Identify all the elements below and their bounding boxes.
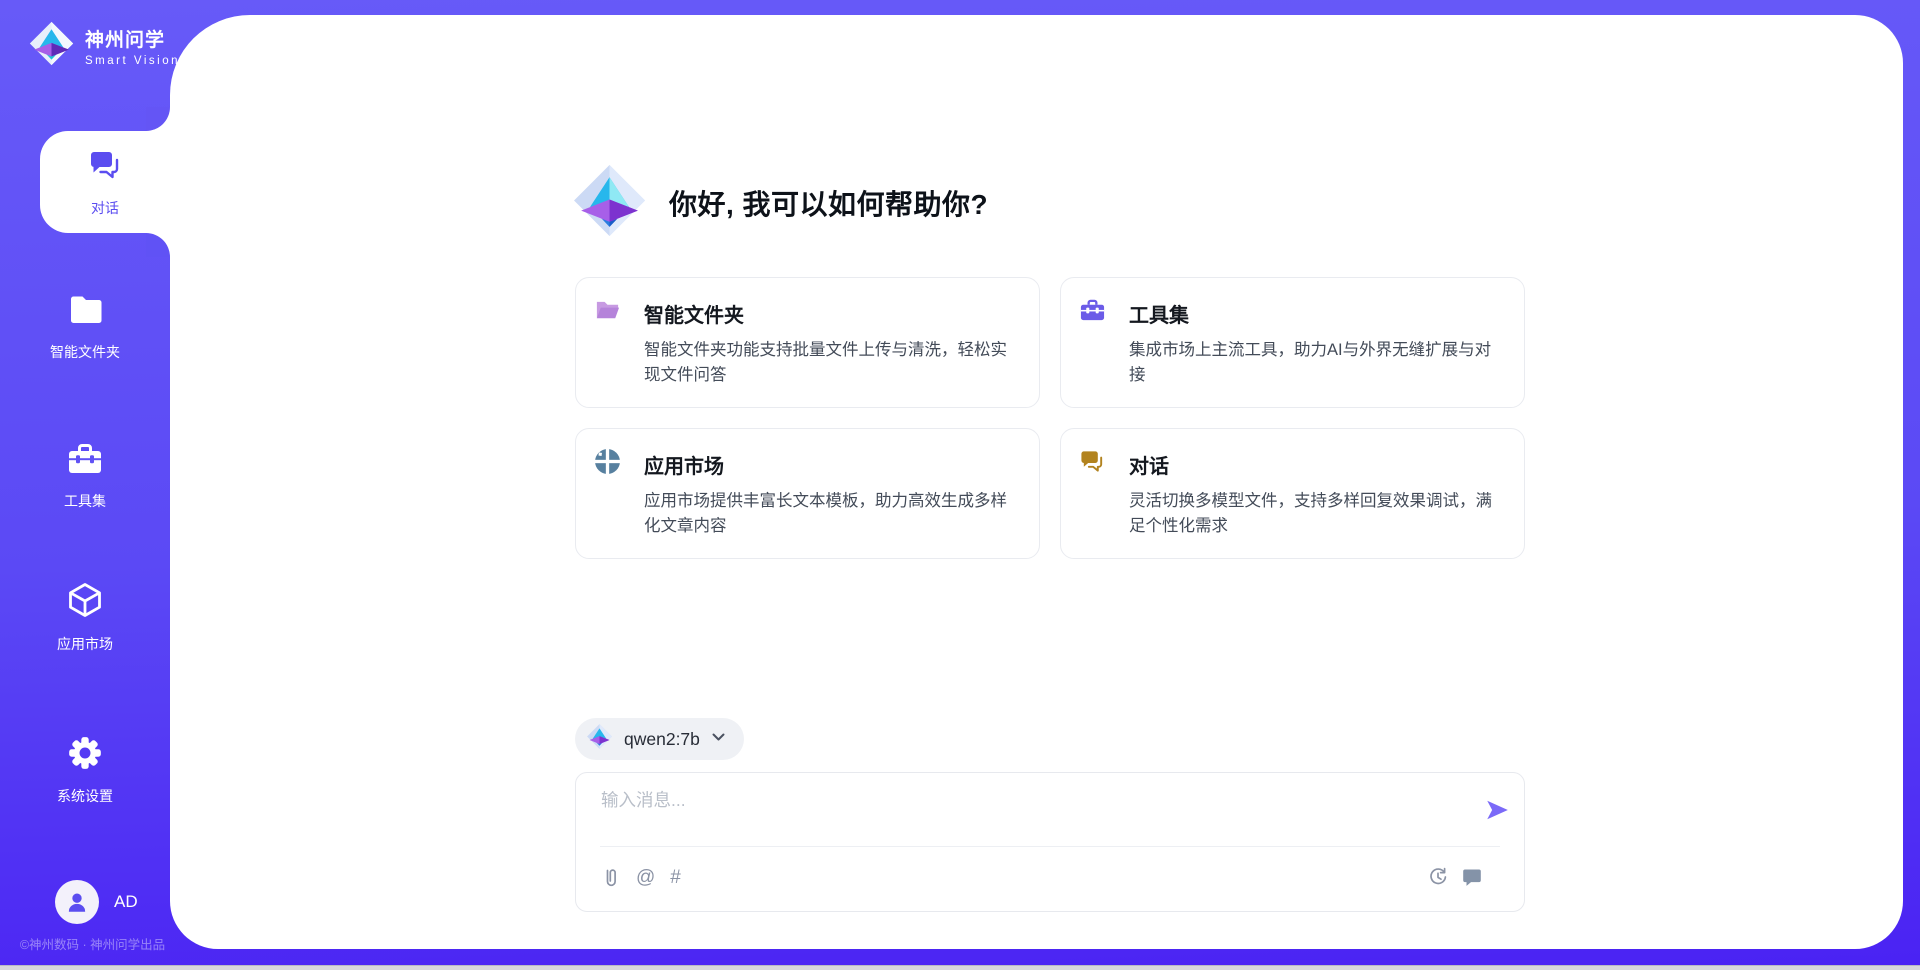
sidebar-item-label: 工具集 bbox=[64, 491, 106, 511]
sidebar-item-settings[interactable]: 系统设置 bbox=[0, 734, 170, 806]
card-description: 智能文件夹功能支持批量文件上传与清洗，轻松实现文件问答 bbox=[644, 338, 1015, 388]
card-toolset[interactable]: 工具集 集成市场上主流工具，助力AI与外界无缝扩展与对接 bbox=[1060, 277, 1525, 408]
chat-bubbles-icon bbox=[1079, 448, 1106, 480]
sidebar-item-label: 系统设置 bbox=[57, 786, 113, 806]
window-bottom-edge bbox=[0, 965, 1920, 970]
user-name: AD bbox=[114, 892, 138, 912]
card-description: 灵活切换多模型文件，支持多样回复效果调试，满足个性化需求 bbox=[1129, 489, 1500, 539]
model-name: qwen2:7b bbox=[624, 729, 700, 750]
paperclip-icon[interactable] bbox=[601, 867, 621, 889]
person-icon bbox=[64, 889, 90, 915]
composer-right-tools bbox=[1428, 867, 1482, 887]
sidebar-item-toolset[interactable]: 工具集 bbox=[0, 440, 170, 511]
main-content-panel: 你好, 我可以如何帮助你? 智能文件夹 智能文件夹功能支持批量文件上传与清洗，轻… bbox=[170, 15, 1903, 949]
sidebar-item-label: 对话 bbox=[91, 198, 119, 218]
comment-icon[interactable] bbox=[1462, 867, 1482, 887]
chat-bubbles-icon bbox=[86, 146, 124, 189]
avatar bbox=[55, 880, 99, 924]
brand-diamond-icon bbox=[571, 162, 648, 244]
message-input[interactable] bbox=[601, 787, 1471, 843]
card-smart-folder[interactable]: 智能文件夹 智能文件夹功能支持批量文件上传与清洗，轻松实现文件问答 bbox=[575, 277, 1040, 408]
user-account[interactable]: AD bbox=[55, 880, 138, 924]
card-title: 应用市场 bbox=[644, 450, 724, 479]
at-icon[interactable]: @ bbox=[636, 867, 655, 889]
gear-icon bbox=[66, 734, 104, 777]
composer-divider bbox=[600, 846, 1500, 847]
model-selector[interactable]: qwen2:7b bbox=[575, 718, 744, 760]
sidebar-item-smart-folder[interactable]: 智能文件夹 bbox=[0, 292, 170, 362]
history-icon[interactable] bbox=[1428, 867, 1448, 887]
card-title: 工具集 bbox=[1129, 299, 1189, 328]
brand-diamond-icon bbox=[28, 20, 75, 72]
card-chat[interactable]: 对话 灵活切换多模型文件，支持多样回复效果调试，满足个性化需求 bbox=[1060, 428, 1525, 559]
app-logo: 神州问学 Smart Vision bbox=[28, 20, 180, 72]
hash-icon[interactable]: # bbox=[670, 867, 681, 889]
sidebar-item-label: 应用市场 bbox=[57, 634, 113, 654]
card-title: 对话 bbox=[1129, 450, 1169, 479]
copyright-text: ©神州数码 · 神州问学出品 bbox=[0, 934, 185, 953]
chevron-down-icon bbox=[711, 730, 726, 748]
message-composer: @ # bbox=[575, 772, 1525, 912]
send-icon[interactable] bbox=[1484, 797, 1510, 823]
pill-fillet-top bbox=[146, 107, 170, 131]
composer-left-tools: @ # bbox=[601, 867, 681, 889]
greeting-title: 你好, 我可以如何帮助你? bbox=[669, 183, 988, 223]
brand-name: 神州问学 bbox=[85, 25, 180, 52]
sidebar-item-app-market[interactable]: 应用市场 bbox=[0, 580, 170, 654]
feature-cards: 智能文件夹 智能文件夹功能支持批量文件上传与清洗，轻松实现文件问答 工具集 集成… bbox=[575, 277, 1525, 559]
sidebar-item-chat[interactable]: 对话 bbox=[40, 131, 170, 233]
segmented-circle-icon bbox=[594, 448, 621, 480]
card-app-market[interactable]: 应用市场 应用市场提供丰富长文本模板，助力高效生成多样化文章内容 bbox=[575, 428, 1040, 559]
folder-icon bbox=[66, 292, 104, 333]
greeting-row: 你好, 我可以如何帮助你? bbox=[571, 162, 988, 244]
toolbox-icon bbox=[1079, 297, 1106, 329]
toolbox-icon bbox=[66, 440, 104, 482]
cube-icon bbox=[65, 580, 105, 625]
card-title: 智能文件夹 bbox=[644, 299, 744, 328]
brand-subtitle: Smart Vision bbox=[85, 55, 180, 67]
pill-fillet-bottom bbox=[146, 233, 170, 257]
card-description: 集成市场上主流工具，助力AI与外界无缝扩展与对接 bbox=[1129, 338, 1500, 388]
sidebar-item-label: 智能文件夹 bbox=[50, 342, 120, 362]
folder-open-icon bbox=[594, 297, 621, 329]
card-description: 应用市场提供丰富长文本模板，助力高效生成多样化文章内容 bbox=[644, 489, 1015, 539]
brand-diamond-icon bbox=[586, 723, 613, 755]
